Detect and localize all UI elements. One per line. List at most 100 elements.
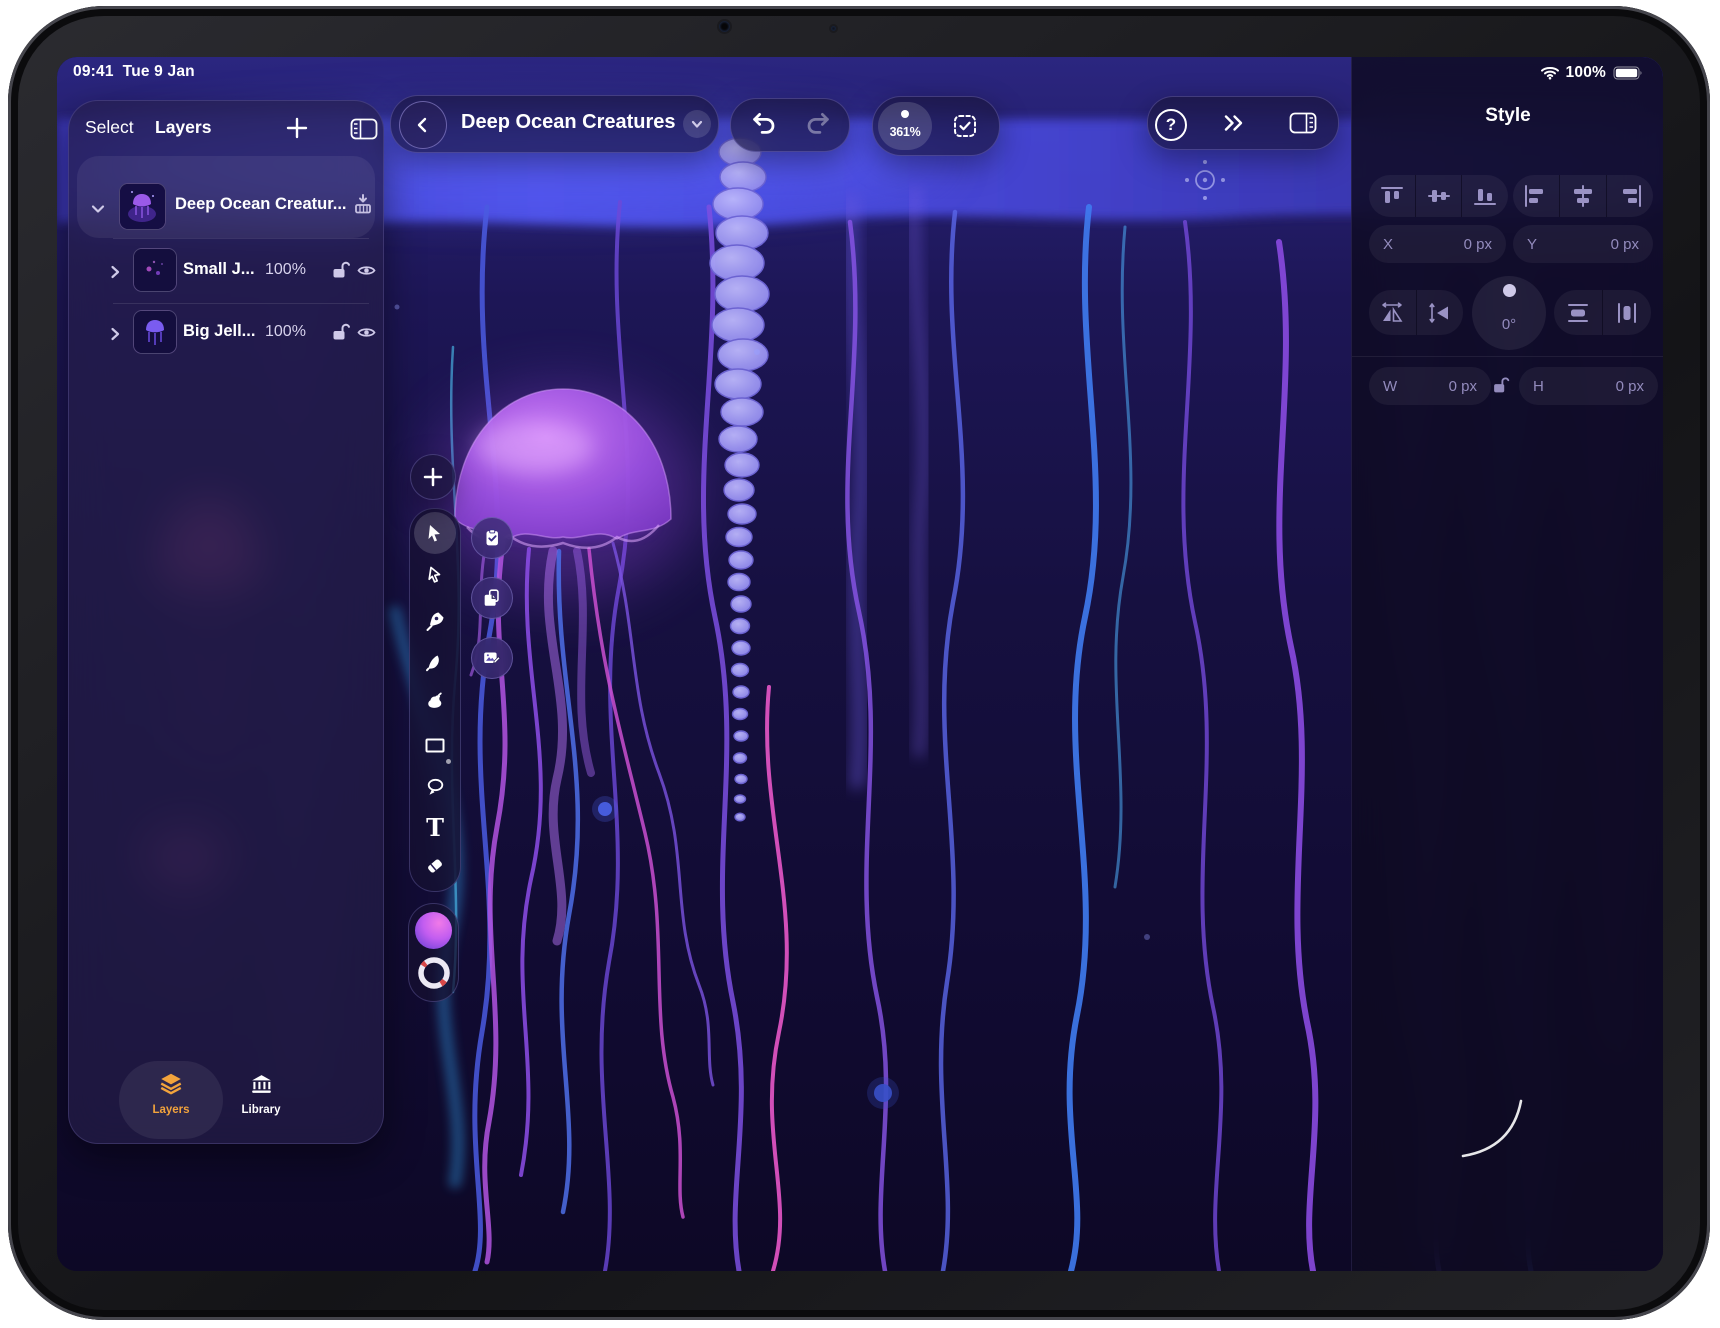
x-value: 0 px	[1464, 236, 1492, 253]
duplicate-button[interactable]	[471, 577, 513, 619]
height-field[interactable]: H 0 px	[1519, 367, 1658, 405]
place-image-button[interactable]	[471, 637, 513, 679]
distribute-horizontal-button[interactable]	[1602, 290, 1651, 335]
layer-opacity[interactable]: 100%	[265, 323, 306, 341]
undo-redo-group	[730, 98, 850, 152]
w-value: 0 px	[1449, 378, 1477, 395]
tab-layers[interactable]: Layers	[155, 117, 211, 138]
text-tool-glyph: T	[426, 813, 444, 842]
flip-vertical-button[interactable]	[1416, 290, 1464, 335]
shape-tool[interactable]	[423, 733, 447, 757]
y-label: Y	[1527, 236, 1537, 253]
chevron-right-icon[interactable]	[105, 262, 125, 282]
sidebar-toggle-icon[interactable]	[350, 118, 378, 140]
flip-group	[1369, 290, 1463, 335]
add-layer-button[interactable]	[284, 115, 310, 141]
aspect-lock-icon[interactable]	[1490, 372, 1512, 398]
row-divider	[113, 238, 369, 239]
date: Tue 9 Jan	[123, 63, 195, 80]
ipad-device: 09:41 Tue 9 Jan 100% Select Layers	[0, 0, 1720, 1328]
width-field[interactable]: W 0 px	[1369, 367, 1491, 405]
layer-thumbnail	[133, 248, 177, 292]
zoom-dot	[901, 110, 909, 118]
rotation-knob[interactable]: 0°	[1472, 276, 1546, 350]
align-top-button[interactable]	[1369, 175, 1415, 217]
pencil-tool[interactable]	[423, 650, 447, 674]
right-panel-toggle-icon[interactable]	[1289, 112, 1317, 134]
undo-button[interactable]	[749, 110, 779, 140]
forward-double-chevron-button[interactable]	[1222, 111, 1246, 135]
back-button[interactable]	[399, 101, 447, 149]
title-dropdown-button[interactable]	[683, 110, 711, 138]
document-title[interactable]: Deep Ocean Creatures	[461, 111, 676, 134]
rotation-knob-dot	[1503, 284, 1516, 297]
node-tool[interactable]	[423, 563, 447, 587]
rotation-value: 0°	[1472, 316, 1546, 333]
text-tool[interactable]: T	[423, 814, 447, 842]
y-position-field[interactable]: Y 0 px	[1513, 225, 1653, 263]
snap-checkbox-icon[interactable]	[953, 114, 977, 138]
align-left-button[interactable]	[1513, 175, 1559, 217]
help-button[interactable]: ?	[1155, 109, 1187, 141]
clipboard-check-icon	[481, 527, 503, 549]
horizontal-align-group	[1513, 175, 1653, 217]
status-time: 09:41 Tue 9 Jan	[73, 63, 195, 81]
panel-divider	[1352, 356, 1663, 357]
eraser-tool[interactable]	[423, 853, 447, 877]
status-right: 100%	[1541, 64, 1643, 82]
battery-percent: 100%	[1566, 64, 1606, 82]
add-object-button[interactable]	[410, 454, 456, 500]
style-panel: Style	[1351, 57, 1663, 1271]
stroke-color-swatch[interactable]	[416, 955, 452, 991]
x-position-field[interactable]: X 0 px	[1369, 225, 1506, 263]
help-more-group: ?	[1147, 96, 1339, 150]
layer-title: Big Jell...	[183, 322, 255, 341]
visibility-eye-icon[interactable]	[356, 325, 377, 340]
question-mark: ?	[1166, 115, 1176, 135]
color-swatches	[408, 903, 459, 1002]
align-center-button[interactable]	[1559, 175, 1606, 217]
clock: 09:41	[73, 63, 114, 80]
chevron-down-icon	[689, 116, 705, 132]
h-value: 0 px	[1616, 378, 1644, 395]
layers-tab-label: Layers	[131, 1104, 211, 1116]
library-tab-icon	[249, 1072, 274, 1096]
x-label: X	[1383, 236, 1393, 253]
brush-tool[interactable]	[423, 690, 447, 714]
artboard-export-icon[interactable]	[351, 192, 375, 218]
align-right-button[interactable]	[1606, 175, 1653, 217]
wifi-icon	[1541, 66, 1559, 80]
tool-palette: T	[409, 508, 461, 892]
unlock-icon[interactable]	[329, 258, 353, 282]
h-label: H	[1533, 378, 1544, 395]
w-label: W	[1383, 378, 1397, 395]
document-title-bar: Deep Ocean Creatures	[390, 95, 719, 153]
camera-mic-dot	[831, 26, 836, 31]
distribute-vertical-button[interactable]	[1554, 290, 1602, 335]
layer-opacity[interactable]: 100%	[265, 261, 306, 279]
y-value: 0 px	[1611, 236, 1639, 253]
flip-horizontal-button[interactable]	[1369, 290, 1416, 335]
chevron-left-icon	[411, 113, 435, 137]
fill-color-swatch[interactable]	[415, 912, 452, 949]
chevron-right-icon[interactable]	[105, 324, 125, 344]
paste-clipboard-button[interactable]	[471, 517, 513, 559]
zoom-level-button[interactable]: 361%	[878, 102, 932, 150]
layers-tab-icon	[158, 1071, 184, 1097]
copy-pages-icon	[481, 587, 503, 609]
shape-tool-options-dot	[446, 759, 451, 764]
pen-tool[interactable]	[423, 609, 447, 633]
unlock-icon[interactable]	[329, 320, 353, 344]
selection-tool[interactable]	[414, 512, 456, 554]
chevron-down-icon[interactable]	[87, 198, 109, 220]
zoom-snap-group: 361%	[872, 96, 1000, 156]
front-camera	[719, 21, 730, 32]
lasso-tool[interactable]	[423, 775, 447, 799]
visibility-eye-icon[interactable]	[356, 263, 377, 278]
cursor-arrow-icon	[423, 521, 447, 545]
align-bottom-button[interactable]	[1461, 175, 1508, 217]
align-middle-button[interactable]	[1415, 175, 1462, 217]
tab-select[interactable]: Select	[85, 117, 134, 138]
image-edit-icon	[481, 647, 503, 669]
redo-button[interactable]	[803, 110, 833, 140]
